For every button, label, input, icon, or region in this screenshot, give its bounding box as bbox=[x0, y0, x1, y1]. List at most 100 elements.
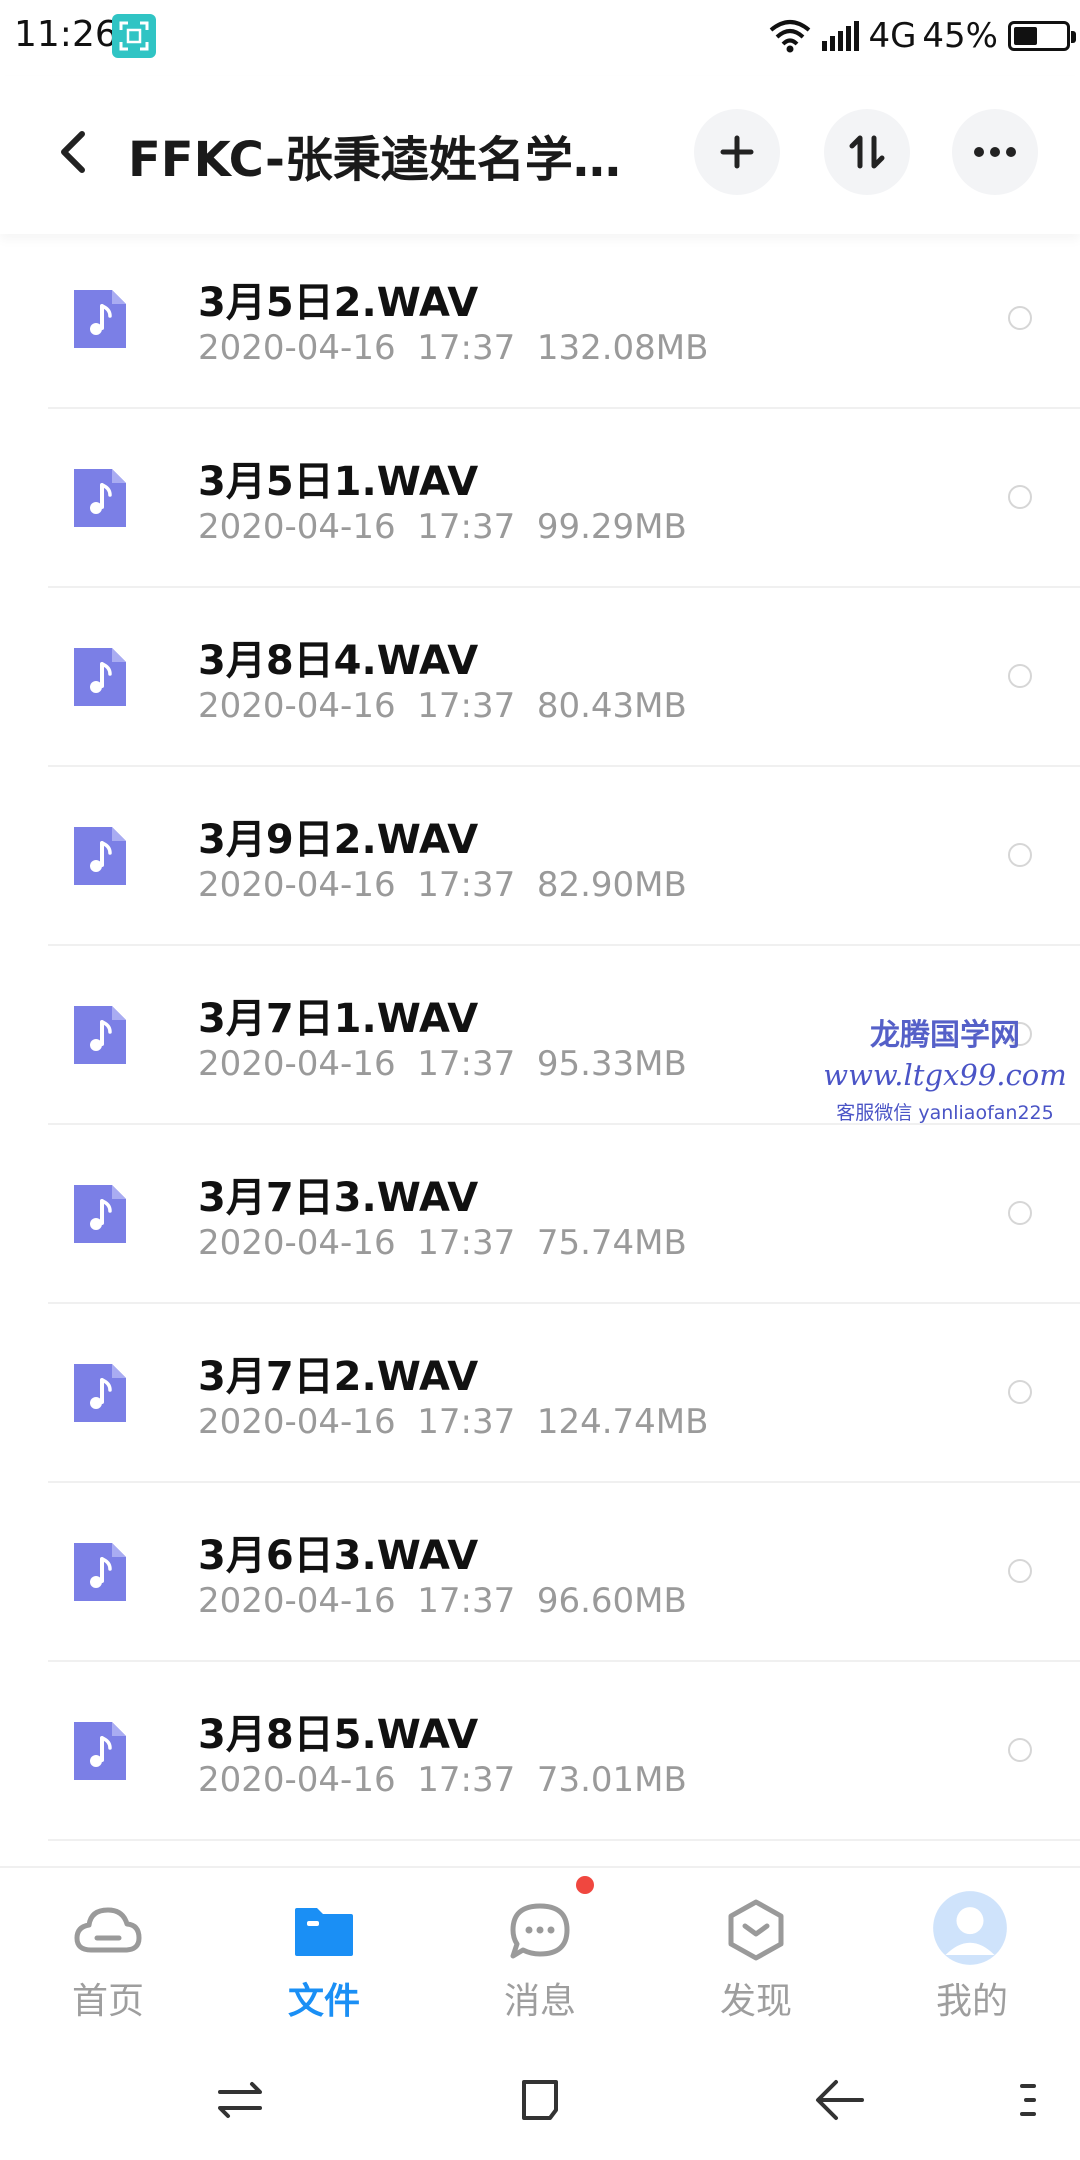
status-bar: 11:26 4G 45% bbox=[0, 0, 1080, 76]
meta-gap bbox=[515, 865, 537, 905]
file-meta: 2020-04-16 17:37 73.01MB bbox=[198, 1760, 687, 1800]
file-name: 3月6日3.WAV bbox=[198, 1533, 479, 1579]
select-radio[interactable] bbox=[1008, 664, 1032, 688]
tab-discover[interactable]: 发现 bbox=[686, 1868, 826, 2036]
file-row[interactable]: 3月8日4.WAV 2020-04-16 17:37 80.43MB bbox=[0, 588, 1080, 767]
menu-lines-icon[interactable] bbox=[1000, 2070, 1060, 2130]
tab-messages[interactable]: 消息 bbox=[470, 1868, 610, 2036]
file-size: 124.74MB bbox=[536, 1402, 709, 1442]
meta-gap bbox=[396, 1044, 418, 1084]
tab-files[interactable]: 文件 bbox=[254, 1868, 394, 2036]
select-radio[interactable] bbox=[1008, 1380, 1032, 1404]
watermark: 龙腾国学网 www.ltgx99.com 客服微信 yanliaofan225 bbox=[820, 1010, 1070, 1125]
select-radio[interactable] bbox=[1008, 1559, 1032, 1583]
select-radio[interactable] bbox=[1008, 485, 1032, 509]
tab-home-label: 首页 bbox=[71, 1981, 144, 2022]
chevron-left-icon bbox=[61, 131, 85, 173]
file-size: 73.01MB bbox=[536, 1760, 687, 1800]
file-row[interactable]: 3月7日2.WAV 2020-04-16 17:37 124.74MB bbox=[0, 1304, 1080, 1483]
select-radio[interactable] bbox=[1008, 1201, 1032, 1225]
page-title: FFKC-张秉逵姓名学面... bbox=[128, 132, 648, 188]
file-meta: 2020-04-16 17:37 75.74MB bbox=[198, 1223, 687, 1263]
tab-discover-label: 发现 bbox=[719, 1981, 792, 2022]
discover-icon bbox=[728, 1899, 784, 1961]
file-date: 2020-04-16 bbox=[198, 328, 396, 368]
file-time: 17:37 bbox=[417, 1223, 516, 1263]
file-meta: 2020-04-16 17:37 124.74MB bbox=[198, 1402, 708, 1442]
meta-gap bbox=[396, 507, 418, 547]
audio-file-icon bbox=[74, 827, 126, 885]
avatar-icon bbox=[933, 1891, 1007, 1965]
file-name: 3月5日1.WAV bbox=[198, 459, 479, 505]
meta-gap bbox=[515, 1402, 537, 1442]
add-button[interactable] bbox=[694, 109, 780, 195]
meta-gap bbox=[515, 507, 537, 547]
battery-fill bbox=[1014, 27, 1037, 45]
back-arrow-icon[interactable] bbox=[810, 2070, 870, 2130]
file-time: 17:37 bbox=[417, 1760, 516, 1800]
status-time: 11:26 bbox=[14, 14, 118, 55]
back-button[interactable] bbox=[42, 116, 102, 188]
select-radio[interactable] bbox=[1008, 843, 1032, 867]
select-radio[interactable] bbox=[1008, 306, 1032, 330]
file-row[interactable]: 3月8日5.WAV 2020-04-16 17:37 73.01MB bbox=[0, 1662, 1080, 1841]
audio-file-icon bbox=[74, 1543, 126, 1601]
meta-gap bbox=[396, 1581, 418, 1621]
file-date: 2020-04-16 bbox=[198, 1760, 396, 1800]
audio-file-icon bbox=[74, 1185, 126, 1243]
switch-apps-icon[interactable] bbox=[210, 2070, 270, 2130]
audio-file-icon bbox=[74, 290, 126, 348]
meta-gap bbox=[515, 1760, 537, 1800]
file-row[interactable]: 3月5日1.WAV 2020-04-16 17:37 99.29MB bbox=[0, 409, 1080, 588]
wifi-icon bbox=[770, 20, 811, 53]
file-size: 99.29MB bbox=[536, 507, 687, 547]
meta-gap bbox=[396, 865, 418, 905]
select-radio[interactable] bbox=[1008, 1738, 1032, 1762]
top-bar: FFKC-张秉逵姓名学面... bbox=[0, 76, 1080, 234]
file-time: 17:37 bbox=[417, 686, 516, 726]
file-meta: 2020-04-16 17:37 82.90MB bbox=[198, 865, 687, 905]
file-name: 3月7日3.WAV bbox=[198, 1175, 479, 1221]
sort-button[interactable] bbox=[824, 109, 910, 195]
meta-gap bbox=[396, 1760, 418, 1800]
tab-profile[interactable]: 我的 bbox=[902, 1868, 1042, 2036]
watermark-url: www.ltgx99.com bbox=[823, 1058, 1067, 1092]
file-name: 3月5日2.WAV bbox=[198, 280, 479, 326]
plus-icon bbox=[720, 135, 754, 169]
folder-icon bbox=[295, 1908, 353, 1956]
scan-icon bbox=[112, 14, 156, 58]
file-row[interactable]: 3月5日2.WAV 2020-04-16 17:37 132.08MB bbox=[0, 230, 1080, 409]
watermark-contact: 客服微信 yanliaofan225 bbox=[836, 1102, 1054, 1124]
file-size: 82.90MB bbox=[536, 865, 687, 905]
file-date: 2020-04-16 bbox=[198, 1044, 396, 1084]
file-row[interactable]: 3月7日3.WAV 2020-04-16 17:37 75.74MB bbox=[0, 1125, 1080, 1304]
file-name: 3月8日4.WAV bbox=[198, 638, 479, 684]
file-row[interactable]: 3月9日2.WAV 2020-04-16 17:37 82.90MB bbox=[0, 767, 1080, 946]
battery-icon bbox=[1008, 21, 1076, 51]
file-name: 3月7日1.WAV bbox=[198, 996, 479, 1042]
audio-file-icon bbox=[74, 1722, 126, 1780]
file-date: 2020-04-16 bbox=[198, 1581, 396, 1621]
audio-file-icon bbox=[74, 648, 126, 706]
file-size: 132.08MB bbox=[536, 328, 709, 368]
chat-icon bbox=[510, 1903, 570, 1959]
sort-icon bbox=[849, 135, 885, 169]
file-row[interactable]: 3月6日3.WAV 2020-04-16 17:37 96.60MB bbox=[0, 1483, 1080, 1662]
meta-gap bbox=[396, 328, 418, 368]
file-date: 2020-04-16 bbox=[198, 507, 396, 547]
file-meta: 2020-04-16 17:37 132.08MB bbox=[198, 328, 708, 368]
file-name: 3月9日2.WAV bbox=[198, 817, 479, 863]
meta-gap bbox=[396, 686, 418, 726]
file-meta: 2020-04-16 17:37 95.33MB bbox=[198, 1044, 687, 1084]
more-dots-icon bbox=[974, 147, 1016, 157]
more-button[interactable] bbox=[952, 109, 1038, 195]
meta-gap bbox=[515, 1581, 537, 1621]
audio-file-icon bbox=[74, 469, 126, 527]
file-name: 3月7日2.WAV bbox=[198, 1354, 479, 1400]
meta-gap bbox=[515, 328, 537, 368]
file-meta: 2020-04-16 17:37 80.43MB bbox=[198, 686, 687, 726]
notification-badge bbox=[576, 1876, 594, 1894]
file-time: 17:37 bbox=[417, 865, 516, 905]
home-square-icon[interactable] bbox=[510, 2070, 570, 2130]
tab-home[interactable]: 首页 bbox=[38, 1868, 178, 2036]
